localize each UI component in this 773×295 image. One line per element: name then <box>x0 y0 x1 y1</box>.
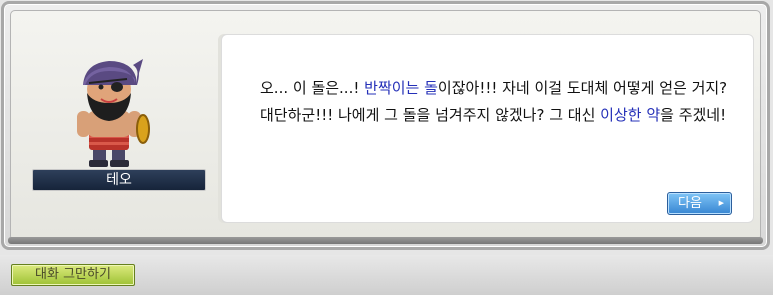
dialog-bottom-rail <box>8 237 763 244</box>
npc-name-plate: 테오 <box>32 169 206 191</box>
next-button-label: 다음 <box>678 196 702 211</box>
dialog-text-panel: 오... 이 돌은...! 반짝이는 돌이잖아!!! 자네 이걸 도대체 어떻게… <box>221 34 754 223</box>
npc-portrait <box>59 49 159 169</box>
npc-sprite-image <box>77 59 150 167</box>
bottom-bar: 대화 그만하기 <box>0 255 773 295</box>
highlighted-item-name: 이상한 약 <box>600 106 661 124</box>
next-button[interactable]: 다음 ▶ <box>667 192 732 215</box>
next-arrow-icon: ▶ <box>718 199 724 207</box>
dialog-text: 오... 이 돌은...! 반짝이는 돌이잖아!!! 자네 이걸 도대체 어떻게… <box>260 75 730 129</box>
dialog-text-segment: 오... 이 돌은...! <box>260 79 365 97</box>
npc-dialog-window: 테오 오... 이 돌은...! 반짝이는 돌이잖아!!! 자네 이걸 도대체 … <box>1 1 770 250</box>
dialog-text-segment: 을 주겠네! <box>660 106 727 124</box>
highlighted-item-name: 반짝이는 돌 <box>364 79 438 97</box>
end-chat-button[interactable]: 대화 그만하기 <box>11 264 135 286</box>
